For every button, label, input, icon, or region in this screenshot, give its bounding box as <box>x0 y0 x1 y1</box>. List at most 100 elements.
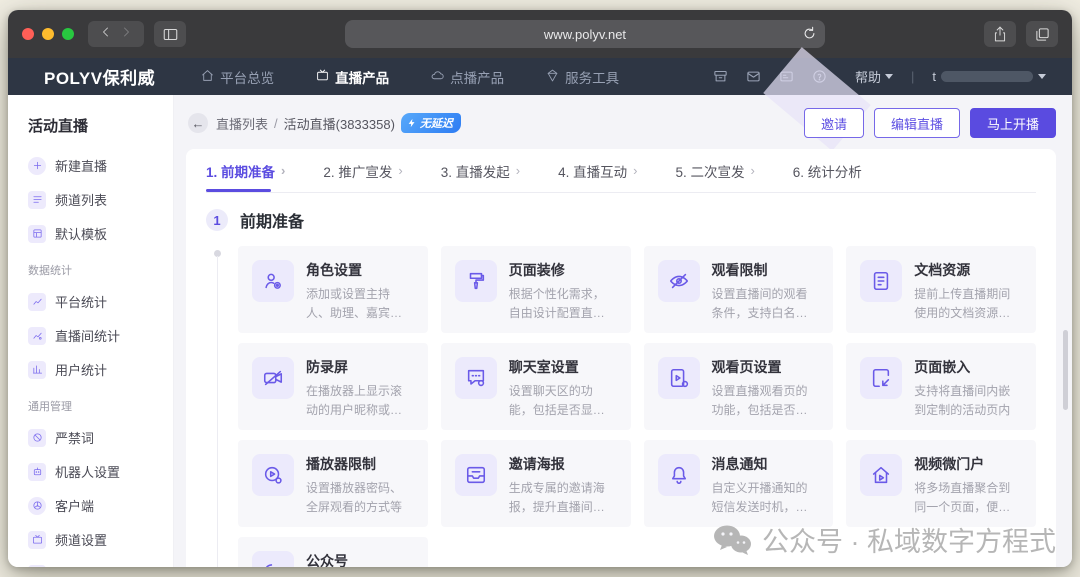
user-account-menu[interactable]: t <box>932 69 1046 84</box>
maximize-window-button[interactable] <box>62 28 74 40</box>
breadcrumb-separator: / <box>274 116 278 131</box>
inbox-mail-icon <box>455 454 497 496</box>
tab-3-launch[interactable]: 3. 直播发起› <box>441 149 520 192</box>
play-circle-gear-icon <box>252 454 294 496</box>
back-nav-icon[interactable] <box>100 25 112 43</box>
card-watch-restriction[interactable]: 观看限制设置直播间的观看条件，支持白名单、报名观看、验... <box>644 246 834 333</box>
page-play-gear-icon <box>658 357 700 399</box>
tab-4-interaction[interactable]: 4. 直播互动› <box>558 149 637 192</box>
sidebar-item-room-stats[interactable]: 直播间统计 <box>8 320 173 351</box>
toolbar: ← 直播列表 / 活动直播(3833358) 无延迟 邀请 编辑直播 马上开播 <box>174 95 1072 147</box>
app-navbar: POLYV保利威 平台总览 直播产品 点播产品 服务工具 <box>8 58 1072 95</box>
sidebar-section-manage: 通用管理 <box>8 388 173 422</box>
workflow-panel: 1. 前期准备› 2. 推广宣发› 3. 直播发起› 4. 直播互动› 5. 二… <box>186 149 1056 567</box>
client-app-icon <box>28 497 46 515</box>
help-menu[interactable]: 帮助 <box>855 67 893 86</box>
ban-icon <box>28 429 46 447</box>
template-icon <box>28 225 46 243</box>
card-watch-page-settings[interactable]: 观看页设置设置直播观看页的功能，包括是否允许移动端观看等 <box>644 343 834 430</box>
chevron-down-icon <box>885 74 893 79</box>
timeline-line <box>217 256 218 567</box>
home-icon <box>201 69 214 85</box>
archive-box-icon[interactable] <box>713 69 728 84</box>
back-icon[interactable]: ← <box>188 113 208 133</box>
card-role-settings[interactable]: 角色设置添加或设置主持人、助理、嘉宾的信息。以及新增助... <box>238 246 428 333</box>
card-chatroom-settings[interactable]: 聊天室设置设置聊天区的功能，包括是否显示欢迎语、是否支持... <box>441 343 631 430</box>
nav-item-vod-product[interactable]: 点播产品 <box>431 67 504 87</box>
edit-live-button[interactable]: 编辑直播 <box>874 108 960 138</box>
invite-button[interactable]: 邀请 <box>804 108 864 138</box>
refresh-icon[interactable] <box>802 26 817 44</box>
nav-item-platform-overview[interactable]: 平台总览 <box>201 67 274 87</box>
card-wechat-official[interactable]: 公众号适用于直播间引流至公众号或客服，沉淀用户至私域... <box>238 537 428 567</box>
mail-icon[interactable] <box>746 69 761 84</box>
polyv-logo[interactable]: POLYV保利威 <box>44 64 155 89</box>
card-invite-poster[interactable]: 邀请海报生成专属的邀请海报，提升直播间分享裂变的效果 <box>441 440 631 527</box>
chart-icon <box>28 361 46 379</box>
sidebar-item-user-stats[interactable]: 用户统计 <box>8 354 173 385</box>
home-play-icon <box>860 454 902 496</box>
step-header: 1 前期准备 <box>206 208 1036 232</box>
breadcrumb-current: 活动直播(3833358) <box>284 114 395 133</box>
step-title: 前期准备 <box>240 208 304 232</box>
nav-item-live-product[interactable]: 直播产品 <box>316 67 389 87</box>
feature-grid: 角色设置添加或设置主持人、助理、嘉宾的信息。以及新增助... 页面装修根据个性化… <box>238 246 1036 567</box>
minimize-window-button[interactable] <box>42 28 54 40</box>
tab-overview-icon[interactable] <box>1026 21 1058 47</box>
sidebar-item-banned-words[interactable]: 严禁词 <box>8 422 173 453</box>
watermark-text: 公众号 · 私域数字方程式 <box>762 520 1056 559</box>
sidebar-item-default-template[interactable]: 默认模板 <box>8 218 173 249</box>
bell-icon <box>658 454 700 496</box>
live-tv-icon <box>316 69 329 85</box>
sidebar-toggle-icon[interactable] <box>154 21 186 47</box>
card-message-notification[interactable]: 消息通知自定义开播通知的短信发送时机，观众预约直播后，... <box>644 440 834 527</box>
card-document-resource[interactable]: 文档资源提前上传直播期间使用的文档资源，减少直播中的失... <box>846 246 1036 333</box>
chevron-right-icon: › <box>398 163 402 178</box>
start-live-button[interactable]: 马上开播 <box>970 108 1056 138</box>
card-page-decoration[interactable]: 页面装修根据个性化需求，自由设计配置直播间元素。支持自... <box>441 246 631 333</box>
sidebar-item-client[interactable]: 客户端 <box>8 490 173 521</box>
tv-icon <box>28 531 46 549</box>
close-window-button[interactable] <box>22 28 34 40</box>
wechat-watermark-icon <box>712 523 752 557</box>
person-gear-icon <box>252 260 294 302</box>
sidebar-item-channel-list[interactable]: 频道列表 <box>8 184 173 215</box>
navbar-menu: 平台总览 直播产品 点播产品 服务工具 <box>201 67 619 87</box>
camera-off-icon <box>252 357 294 399</box>
sidebar-item-new-live[interactable]: 新建直播 <box>8 150 173 181</box>
eye-off-icon <box>658 260 700 302</box>
card-player-restriction[interactable]: 播放器限制设置播放器密码、全屏观看的方式等 <box>238 440 428 527</box>
tab-6-statistics[interactable]: 6. 统计分析› <box>793 149 862 192</box>
plus-circle-icon <box>28 157 46 175</box>
address-bar[interactable]: www.polyv.net <box>345 20 825 48</box>
main-area: ← 直播列表 / 活动直播(3833358) 无延迟 邀请 编辑直播 马上开播 … <box>174 95 1072 567</box>
tools-gem-icon <box>546 69 559 85</box>
robot-icon <box>28 463 46 481</box>
watermark: 公众号 · 私域数字方程式 <box>712 520 1056 559</box>
nav-item-service-tools[interactable]: 服务工具 <box>546 67 619 87</box>
browser-window: www.polyv.net POLYV保利威 平台总览 直播产品 <box>8 10 1072 567</box>
url-text: www.polyv.net <box>544 27 626 42</box>
card-page-embed[interactable]: 页面嵌入支持将直播间内嵌到定制的活动页内 <box>846 343 1036 430</box>
sidebar-item-platform-stats[interactable]: 平台统计 <box>8 286 173 317</box>
tab-2-promotion[interactable]: 2. 推广宣发› <box>323 149 402 192</box>
tab-1-preparation[interactable]: 1. 前期准备› <box>206 149 285 192</box>
card-screen-record-protect[interactable]: 防录屏在播放器上显示滚动的用户昵称或固定文字，达到防... <box>238 343 428 430</box>
toolbar-actions: 邀请 编辑直播 马上开播 <box>804 108 1056 138</box>
tab-5-re-promotion[interactable]: 5. 二次宣发› <box>675 149 754 192</box>
step-number-badge: 1 <box>206 209 228 231</box>
scrollbar-thumb[interactable] <box>1063 330 1068 410</box>
chevron-right-icon: › <box>281 163 285 178</box>
document-icon <box>860 260 902 302</box>
cloud-icon <box>431 69 444 85</box>
share-icon[interactable] <box>984 21 1016 47</box>
breadcrumb-root[interactable]: 直播列表 <box>216 114 268 133</box>
sidebar-item-robot-settings[interactable]: 机器人设置 <box>8 456 173 487</box>
forward-nav-icon[interactable] <box>120 25 132 43</box>
sidebar-item-channel-settings[interactable]: 频道设置 <box>8 524 173 555</box>
sidebar-title: 活动直播 <box>8 111 173 150</box>
sidebar-item-footer-settings[interactable]: 页脚设置 <box>8 558 173 567</box>
card-video-portal[interactable]: 视频微门户将多场直播聚合到同一个页面，便于活动前期的宣发... <box>846 440 1036 527</box>
navbar-right: 帮助 | t <box>713 67 1046 86</box>
chat-gear-icon <box>455 357 497 399</box>
